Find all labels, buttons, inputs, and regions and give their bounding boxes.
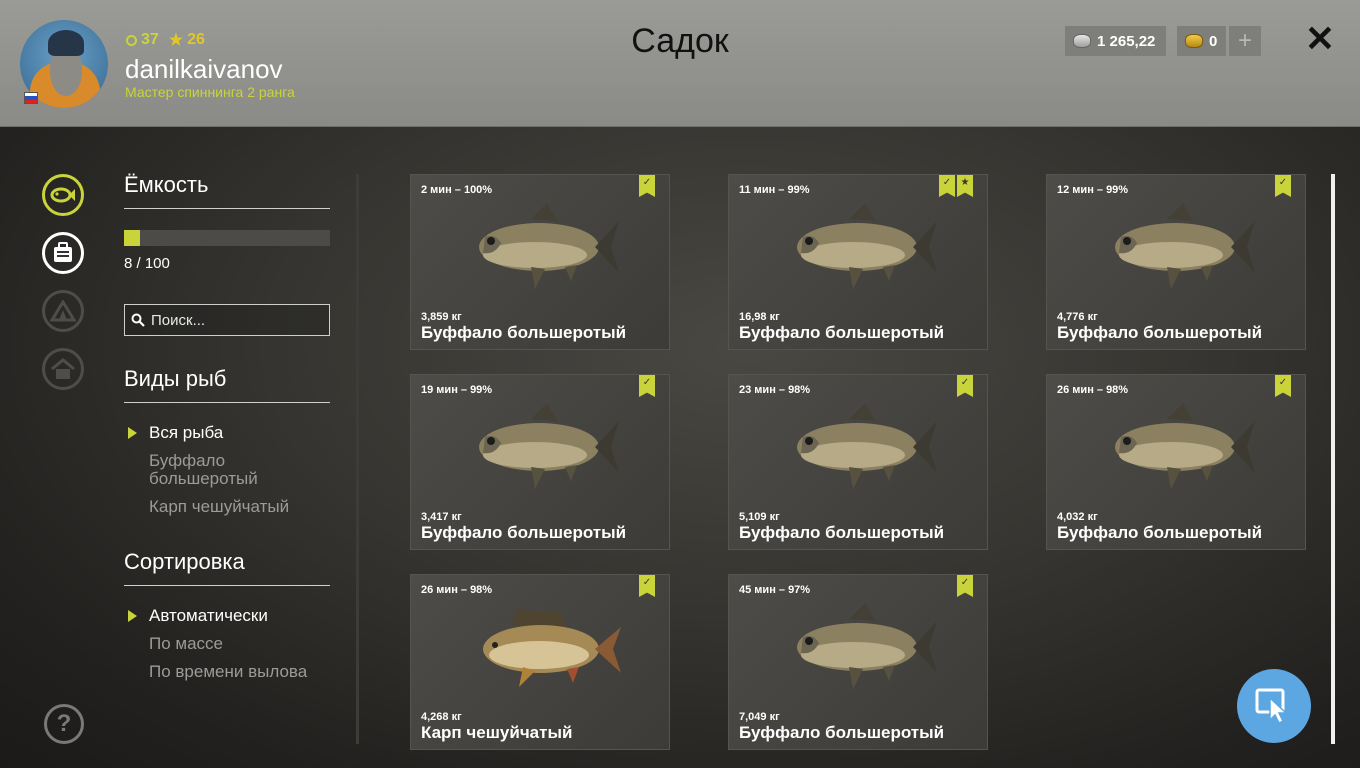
fish-icon	[50, 187, 75, 203]
catch-time: 2 мин – 100%	[421, 184, 493, 196]
fish-weight: 3,859 кг	[421, 311, 462, 323]
buy-gold-button[interactable]: +	[1229, 26, 1261, 56]
search-icon	[131, 313, 145, 327]
camp-tab[interactable]	[42, 290, 84, 332]
close-button[interactable]: ✕	[1303, 21, 1337, 57]
fish-card[interactable]: 2 мин – 100% 3,859 кг Буффало большеротый ✓	[410, 174, 670, 350]
fish-name: Буффало большеротый	[421, 523, 627, 542]
cursor-icon	[1255, 688, 1288, 725]
gold-balance: 0	[1177, 26, 1226, 56]
capacity-section: Ёмкость	[124, 172, 330, 209]
fish-name: Буффало большеротый	[739, 323, 945, 342]
fish-card[interactable]: 26 мин – 98% 4,268 кг Карп чешуйчатый ✓	[410, 574, 670, 750]
capacity-divider	[124, 208, 330, 209]
tent-icon	[50, 300, 76, 322]
help-button[interactable]: ?	[44, 704, 84, 744]
species-title: Виды рыб	[124, 366, 227, 391]
fish-weight: 3,417 кг	[421, 511, 462, 523]
panel-separator	[356, 174, 359, 744]
fish-name: Буффало большеротый	[1057, 323, 1263, 342]
catch-time: 11 мин – 99%	[739, 184, 810, 196]
catch-time: 26 мин – 98%	[421, 584, 493, 596]
sort-section: Сортировка	[124, 549, 330, 586]
buffalo-fish-image	[461, 403, 621, 495]
tackle-box-icon	[54, 242, 72, 262]
russia-flag-icon	[24, 92, 38, 104]
sort-option-time[interactable]: По времени вылова	[149, 663, 307, 681]
fish-card[interactable]: 12 мин – 99% 4,776 кг Буффало большеротый ✓	[1046, 174, 1306, 350]
fish-name: Карп чешуйчатый	[421, 723, 573, 742]
keep-bookmark-icon[interactable]: ✓	[1275, 175, 1291, 197]
catch-time: 12 мин – 99%	[1057, 184, 1129, 196]
buffalo-fish-image	[461, 203, 621, 295]
capacity-title: Ёмкость	[124, 172, 209, 197]
buffalo-fish-image	[779, 203, 939, 295]
silver-value: 1 265,22	[1097, 32, 1156, 50]
fish-card[interactable]: 45 мин – 97% 7,049 кг Буффало большеротый ✓	[728, 574, 988, 750]
player-rank: Мастер спиннинга 2 ранга	[125, 84, 295, 100]
fish-name: Буффало большеротый	[1057, 523, 1263, 542]
fish-card[interactable]: 23 мин – 98% 5,109 кг Буффало большеротый ✓	[728, 374, 988, 550]
capacity-bar	[124, 230, 330, 246]
catch-time: 45 мин – 97%	[739, 584, 811, 596]
fish-weight: 5,109 кг	[739, 511, 780, 523]
keep-bookmark-icon[interactable]: ✓	[1275, 375, 1291, 397]
keepnet-tab[interactable]	[42, 174, 84, 216]
sort-option-weight[interactable]: По массе	[149, 635, 223, 653]
catch-time: 23 мин – 98%	[739, 384, 811, 396]
buffalo-fish-image	[779, 403, 939, 495]
search-box[interactable]	[124, 304, 330, 336]
buffalo-fish-image	[1097, 203, 1257, 295]
scrollbar[interactable]	[1331, 174, 1335, 744]
species-option-carp[interactable]: Карп чешуйчатый	[149, 498, 289, 516]
search-input[interactable]	[151, 311, 321, 329]
species-divider	[124, 402, 330, 403]
keep-bookmark-icon[interactable]: ✓	[957, 375, 973, 397]
selected-marker-icon	[128, 427, 137, 439]
top-bar: 37 ★ 26 danilkaivanov Мастер спиннинга 2 …	[0, 0, 1360, 127]
sort-option-auto[interactable]: Автоматически	[149, 607, 268, 625]
home-tab[interactable]	[42, 348, 84, 390]
keep-bookmark-icon[interactable]: ✓	[639, 575, 655, 597]
catch-time: 19 мин – 99%	[421, 384, 493, 396]
sort-divider	[124, 585, 330, 586]
buffalo-fish-image	[1097, 403, 1257, 495]
fish-card[interactable]: 19 мин – 99% 3,417 кг Буффало большеротый ✓	[410, 374, 670, 550]
fish-weight: 4,268 кг	[421, 711, 462, 723]
gold-value: 0	[1209, 32, 1218, 50]
silver-coin-icon	[1073, 34, 1091, 48]
keep-bookmark-icon[interactable]: ✓	[957, 575, 973, 597]
fish-weight: 7,049 кг	[739, 711, 780, 723]
fish-name: Буффало большеротый	[739, 523, 945, 542]
tackle-box-tab[interactable]	[42, 232, 84, 274]
gold-coin-icon	[1185, 34, 1203, 48]
carp-fish-image	[461, 603, 621, 695]
cursor-mode-button[interactable]	[1237, 669, 1311, 743]
fish-weight: 4,776 кг	[1057, 311, 1098, 323]
buffalo-fish-image	[779, 603, 939, 695]
house-icon	[51, 358, 75, 379]
capacity-text: 8 / 100	[124, 255, 170, 272]
species-section: Виды рыб	[124, 366, 330, 403]
species-option-buffalo[interactable]: Буффало большеротый	[149, 452, 279, 488]
fish-weight: 4,032 кг	[1057, 511, 1098, 523]
silver-balance: 1 265,22	[1065, 26, 1166, 56]
fish-card[interactable]: 11 мин – 99% 16,98 кг Буффало большеротый ✓…	[728, 174, 988, 350]
sort-title: Сортировка	[124, 549, 245, 574]
species-option-all[interactable]: Вся рыба	[149, 424, 223, 442]
keep-bookmark-icon[interactable]: ✓	[639, 375, 655, 397]
fish-name: Буффало большеротый	[421, 323, 627, 342]
catch-time: 26 мин – 98%	[1057, 384, 1129, 396]
capacity-bar-fill	[124, 230, 141, 246]
fish-name: Буффало большеротый	[739, 723, 945, 742]
keep-bookmark-icon[interactable]: ✓	[939, 175, 955, 197]
keep-bookmark-icon[interactable]: ✓	[639, 175, 655, 197]
trophy-star-bookmark-icon[interactable]: ★	[957, 175, 973, 197]
selected-marker-icon	[128, 610, 137, 622]
fish-card[interactable]: 26 мин – 98% 4,032 кг Буффало большеротый ✓	[1046, 374, 1306, 550]
fish-weight: 16,98 кг	[739, 311, 780, 323]
